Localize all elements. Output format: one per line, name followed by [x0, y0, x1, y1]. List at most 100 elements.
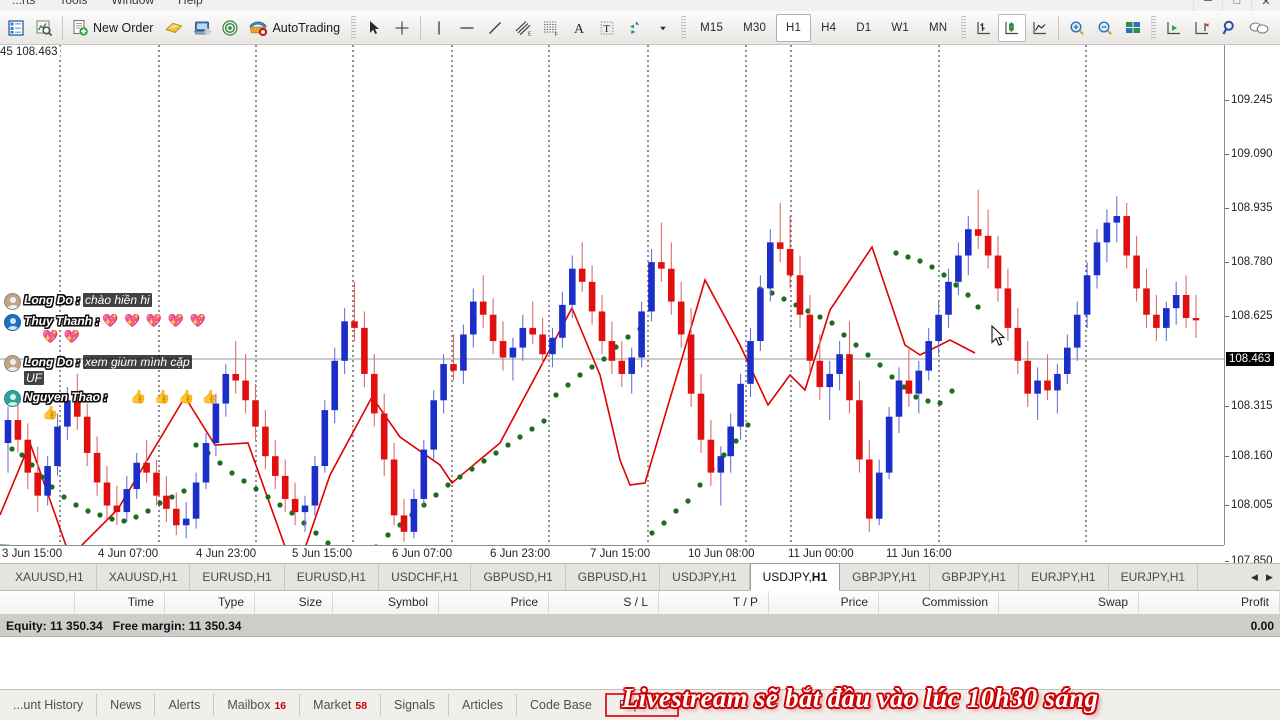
chat-button[interactable]: [1244, 14, 1274, 42]
terminal-tab-signals[interactable]: Signals: [381, 694, 450, 716]
tab-scroll-next-button[interactable]: ▶: [1262, 564, 1277, 590]
terminal-tab-codebase[interactable]: Code Base: [517, 694, 606, 716]
zoom-out-button[interactable]: [1091, 14, 1119, 42]
horizontal-line-tool-button[interactable]: [453, 14, 481, 42]
symbol-tab-gbpjpy-h1-10[interactable]: GBPJPY,H1: [930, 564, 1020, 590]
symbol-tab-gbpjpy-h1-9[interactable]: GBPJPY,H1: [840, 564, 930, 590]
trendline-icon: [489, 21, 502, 34]
timeframe-button-mn[interactable]: MN: [919, 14, 957, 42]
trade-column-header-profit[interactable]: Profit: [1139, 591, 1280, 614]
indicators-button[interactable]: [1216, 14, 1244, 42]
trade-column-header-type[interactable]: Type: [165, 591, 255, 614]
tab-scroll-prev-button[interactable]: ◀: [1247, 564, 1262, 590]
symbol-tab-eurusd-h1-3[interactable]: EURUSD,H1: [285, 564, 380, 590]
avatar: [4, 355, 21, 372]
equity-label: Equity: 11 350.34: [6, 618, 103, 633]
menu-item-help[interactable]: Help: [166, 0, 215, 11]
crosshair-tool-button[interactable]: [388, 14, 416, 42]
text-label-tool-button[interactable]: T: [593, 14, 621, 42]
tile-windows-button[interactable]: [1119, 14, 1147, 42]
symbol-tab-usdjpy-h1-8[interactable]: USDJPY, H1: [749, 563, 841, 591]
trade-column-header-tp[interactable]: T / P: [659, 591, 769, 614]
navigator-button[interactable]: [216, 14, 244, 42]
chart-symbol-tabbar[interactable]: XAUUSD,H1 XAUUSD,H1 EURUSD,H1 EURUSD,H1 USDC…: [0, 563, 1280, 591]
trade-column-header-blank[interactable]: [0, 591, 75, 614]
cursor-tool-button[interactable]: [360, 14, 388, 42]
equidistant-channel-tool-button[interactable]: E: [509, 14, 537, 42]
minimize-button[interactable]: ─: [1193, 0, 1222, 11]
symbol-tab-xauusd-h1-0[interactable]: XAUUSD,H1: [3, 564, 97, 590]
time-axis-tick: 4 Jun 07:00: [98, 548, 159, 560]
zoom-in-button[interactable]: [1063, 14, 1091, 42]
arrows-tool-button[interactable]: [621, 14, 649, 42]
chat-author-name: Long Do :: [24, 293, 80, 307]
symbol-tab-gbpusd-h1-5[interactable]: GBPUSD,H1: [471, 564, 566, 590]
symbol-tab-gbpusd-h1-6[interactable]: GBPUSD,H1: [566, 564, 661, 590]
price-axis[interactable]: 109.245 109.090 108.935 108.780 108.625 108.3…: [1224, 45, 1280, 563]
terminal-tab-mailbox[interactable]: Mailbox 16: [214, 694, 301, 716]
timeframe-button-m30[interactable]: M30: [733, 14, 776, 42]
svg-text:T: T: [603, 23, 610, 35]
candle-body: [4, 420, 12, 444]
chat-message-text-continued: UF: [24, 371, 44, 385]
new-order-button[interactable]: New Order: [67, 14, 160, 42]
menu-item-charts[interactable]: ...rts: [0, 0, 47, 11]
text-tool-button[interactable]: A: [565, 14, 593, 42]
terminal-tab-articles[interactable]: Articles: [449, 694, 518, 716]
toolbar-grip-3[interactable]: [961, 15, 967, 40]
trade-column-header-symbol[interactable]: Symbol: [333, 591, 439, 614]
timeframe-button-m15[interactable]: M15: [690, 14, 733, 42]
bar-chart-button[interactable]: [970, 14, 998, 42]
candle-body: [1123, 216, 1130, 256]
trendline-tool-button[interactable]: [481, 14, 509, 42]
trade-column-header-time[interactable]: Time: [75, 591, 165, 614]
symbol-tab-xauusd-h1-1[interactable]: XAUUSD,H1: [97, 564, 191, 590]
candle-body: [133, 462, 140, 490]
terminal-tab-unthistory[interactable]: ...unt History: [0, 694, 98, 716]
timeframe-button-h4[interactable]: H4: [811, 14, 846, 42]
trade-column-header-price[interactable]: Price: [769, 591, 879, 614]
chat-bubble-icon: [1249, 21, 1269, 34]
toolbar-grip-2[interactable]: [681, 15, 687, 40]
toolbar-grip-4[interactable]: [1151, 15, 1157, 40]
timeframe-button-h1[interactable]: H1: [776, 13, 812, 42]
trade-column-header-size[interactable]: Size: [255, 591, 333, 614]
candle-body: [281, 475, 289, 499]
terminal-tab-news[interactable]: News: [97, 694, 156, 716]
candle-body: [1192, 318, 1200, 321]
menu-item-tools[interactable]: Tools: [47, 0, 99, 11]
timeframe-button-w1[interactable]: W1: [881, 14, 919, 42]
autotrading-button[interactable]: AutoTrading: [244, 14, 347, 42]
line-chart-button[interactable]: [1026, 14, 1054, 42]
candlestick-chart-button[interactable]: [998, 13, 1027, 42]
market-watch-button[interactable]: [2, 14, 30, 42]
trade-column-header-sl[interactable]: S / L: [549, 591, 659, 614]
chat-hearts-continued: 💖 💖: [42, 329, 81, 344]
arrows-dropdown-button[interactable]: [649, 14, 677, 42]
symbol-tab-eurjpy-h1-11[interactable]: EURJPY,H1: [1019, 564, 1109, 590]
terminal-tab-alerts[interactable]: Alerts: [155, 694, 215, 716]
trade-column-header-commission[interactable]: Commission: [879, 591, 999, 614]
metaeditor-button[interactable]: [160, 14, 188, 42]
data-window-button[interactable]: [30, 14, 58, 42]
account-summary-row: Equity: 11 350.34 Free margin: 11 350.34…: [0, 615, 1280, 637]
symbol-tab-usdchf-h1-4[interactable]: USDCHF,H1: [379, 564, 472, 590]
vertical-line-tool-button[interactable]: [425, 14, 453, 42]
menu-item-window[interactable]: Window: [99, 0, 166, 11]
close-button[interactable]: ✕: [1251, 0, 1280, 11]
candle-body: [826, 373, 833, 388]
trade-column-header-swap[interactable]: Swap: [999, 591, 1139, 614]
fibonacci-tool-button[interactable]: F: [537, 14, 565, 42]
symbol-tab-eurjpy-h1-12[interactable]: EURJPY,H1: [1109, 564, 1199, 590]
timeframe-button-d1[interactable]: D1: [846, 14, 881, 42]
terminal-button[interactable]: [188, 14, 216, 42]
symbol-tab-eurusd-h1-2[interactable]: EURUSD,H1: [190, 564, 285, 590]
chart-shift-button[interactable]: [1188, 14, 1216, 42]
toolbar-grip-1[interactable]: [351, 15, 357, 40]
trade-column-header-price[interactable]: Price: [439, 591, 549, 614]
terminal-tab-market[interactable]: Market 58: [300, 694, 382, 716]
candle-body: [460, 334, 467, 371]
maximize-button[interactable]: □: [1222, 0, 1251, 11]
symbol-tab-usdjpy-h1-7[interactable]: USDJPY,H1: [660, 564, 750, 590]
auto-scroll-button[interactable]: [1160, 14, 1188, 42]
